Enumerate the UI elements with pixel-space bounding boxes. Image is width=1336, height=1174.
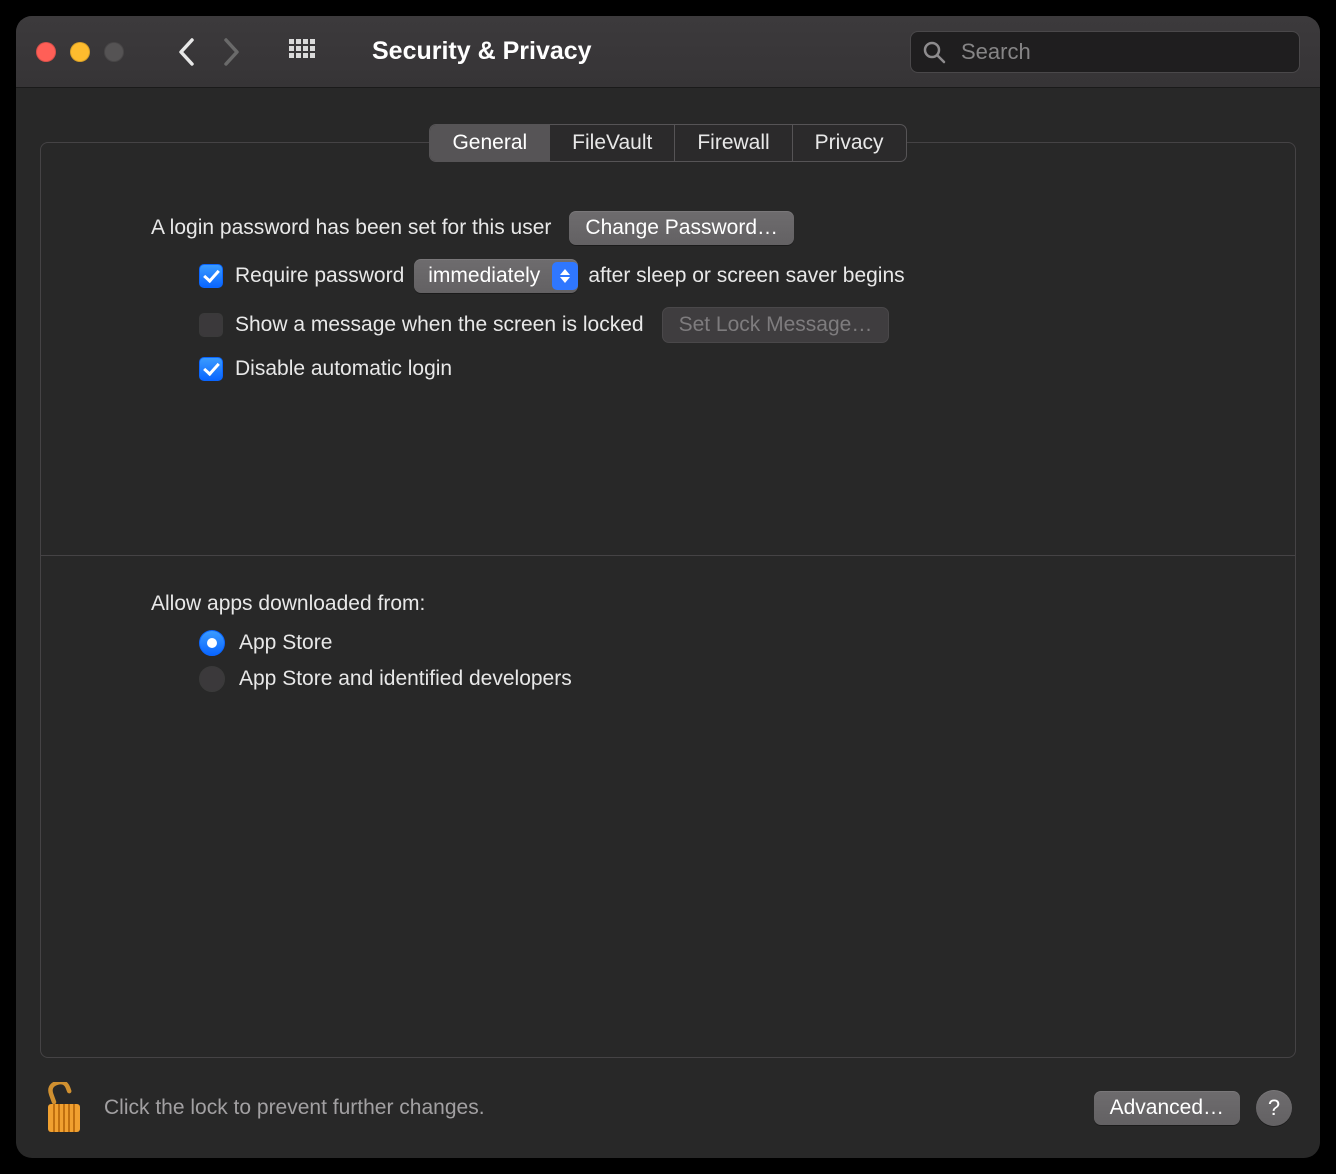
set-lock-message-button: Set Lock Message…: [662, 307, 890, 343]
forward-button: [223, 38, 240, 66]
require-password-label: Require password: [235, 264, 404, 288]
radio-app-store[interactable]: [199, 630, 225, 656]
disable-auto-login-checkbox[interactable]: [199, 357, 223, 381]
search-icon: [922, 40, 946, 64]
help-button[interactable]: ?: [1256, 1090, 1292, 1126]
show-message-row: Show a message when the screen is locked…: [199, 307, 1185, 343]
back-button[interactable]: [178, 38, 195, 66]
window-controls: [36, 42, 124, 62]
require-password-delay-select[interactable]: immediately: [414, 259, 578, 293]
tab-firewall[interactable]: Firewall: [675, 125, 792, 161]
allow-apps-heading: Allow apps downloaded from:: [151, 592, 1185, 616]
require-password-checkbox[interactable]: [199, 264, 223, 288]
radio-identified-label: App Store and identified developers: [239, 667, 572, 691]
radio-row-app-store: App Store: [199, 630, 1185, 656]
lock-icon[interactable]: [44, 1082, 84, 1134]
search-input[interactable]: [910, 31, 1300, 73]
disable-auto-login-row: Disable automatic login: [199, 357, 1185, 381]
change-password-button[interactable]: Change Password…: [569, 211, 794, 245]
allow-apps-heading-text: Allow apps downloaded from:: [151, 592, 425, 616]
nav-arrows: [178, 38, 240, 66]
tab-filevault[interactable]: FileVault: [550, 125, 675, 161]
show-message-label: Show a message when the screen is locked: [235, 313, 644, 337]
require-password-row: Require password immediately after sleep…: [199, 259, 1185, 293]
login-section: A login password has been set for this u…: [41, 191, 1295, 395]
require-password-delay-value: immediately: [428, 264, 540, 288]
login-password-text: A login password has been set for this u…: [151, 216, 551, 240]
footer-right: Advanced… ?: [1076, 1090, 1292, 1126]
content-area: General FileVault Firewall Privacy A log…: [16, 88, 1320, 1058]
lock-hint-text: Click the lock to prevent further change…: [104, 1096, 485, 1120]
close-button[interactable]: [36, 42, 56, 62]
allow-apps-radio-group: App Store App Store and identified devel…: [151, 630, 1185, 692]
login-options: Require password immediately after sleep…: [151, 259, 1185, 381]
zoom-button: [104, 42, 124, 62]
advanced-button[interactable]: Advanced…: [1094, 1091, 1240, 1125]
toolbar: Security & Privacy: [16, 16, 1320, 88]
radio-identified-developers[interactable]: [199, 666, 225, 692]
show-all-button[interactable]: [288, 38, 316, 66]
general-panel: A login password has been set for this u…: [40, 142, 1296, 1058]
tab-group: General FileVault Firewall Privacy: [429, 124, 906, 162]
radio-app-store-label: App Store: [239, 631, 332, 655]
show-message-checkbox[interactable]: [199, 313, 223, 337]
search-wrap: [910, 31, 1300, 73]
minimize-button[interactable]: [70, 42, 90, 62]
radio-row-identified: App Store and identified developers: [199, 666, 1185, 692]
gatekeeper-section: Allow apps downloaded from: App Store Ap…: [41, 556, 1295, 702]
footer: Click the lock to prevent further change…: [16, 1058, 1320, 1158]
select-stepper-icon: [552, 262, 578, 290]
tab-bar: General FileVault Firewall Privacy: [40, 124, 1296, 162]
require-password-after-text: after sleep or screen saver begins: [588, 264, 904, 288]
disable-auto-login-label: Disable automatic login: [235, 357, 452, 381]
window-title: Security & Privacy: [372, 37, 592, 66]
tab-privacy[interactable]: Privacy: [793, 125, 906, 161]
preferences-window: Security & Privacy General FileVault Fir…: [16, 16, 1320, 1158]
login-password-row: A login password has been set for this u…: [151, 211, 1185, 245]
tab-general[interactable]: General: [430, 125, 550, 161]
